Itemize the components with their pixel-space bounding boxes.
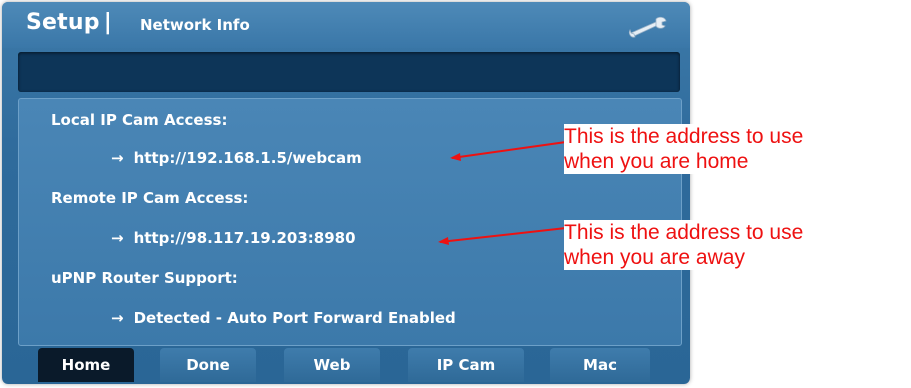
away-address-note: This is the address to use when you are …	[564, 220, 904, 270]
status-bar	[18, 52, 680, 92]
title-setup: Setup	[26, 10, 100, 35]
remote-access-label: Remote IP Cam Access:	[51, 189, 249, 207]
away-note-line1: This is the address to use	[564, 221, 804, 244]
tab-mac[interactable]: Mac	[550, 348, 650, 382]
page-subtitle: Network Info	[140, 16, 250, 34]
title-bar: Setup | Network Info	[2, 2, 690, 48]
home-address-note: This is the address to use when you are …	[564, 124, 904, 174]
tab-web[interactable]: Web	[284, 348, 380, 382]
page-title: Setup |	[26, 10, 116, 35]
remote-url: http://98.117.19.203:8980	[133, 229, 356, 247]
arrow-right-icon: →	[111, 149, 124, 167]
wrench-icon[interactable]	[628, 16, 668, 42]
tab-ip-cam[interactable]: IP Cam	[408, 348, 524, 382]
tab-home[interactable]: Home	[38, 348, 134, 382]
local-access-label: Local IP Cam Access:	[51, 111, 228, 129]
title-separator: |	[103, 10, 112, 35]
upnp-status: Detected - Auto Port Forward Enabled	[133, 309, 456, 327]
upnp-label: uPNP Router Support:	[51, 269, 238, 287]
home-note-line1: This is the address to use	[564, 125, 804, 148]
setup-screen: Setup | Network Info Local IP Cam Access:…	[2, 2, 690, 384]
bottom-tab-bar: Home Done Web IP Cam Mac	[38, 348, 678, 382]
upnp-value: → Detected - Auto Port Forward Enabled	[111, 309, 456, 327]
arrow-right-icon: →	[111, 229, 124, 247]
remote-access-value[interactable]: → http://98.117.19.203:8980	[111, 229, 356, 247]
local-access-value[interactable]: → http://192.168.1.5/webcam	[111, 149, 362, 167]
home-note-line2: when you are home	[564, 150, 749, 173]
arrow-right-icon: →	[111, 309, 124, 327]
away-note-line2: when you are away	[564, 246, 745, 269]
tab-done[interactable]: Done	[160, 348, 256, 382]
local-url: http://192.168.1.5/webcam	[133, 149, 362, 167]
